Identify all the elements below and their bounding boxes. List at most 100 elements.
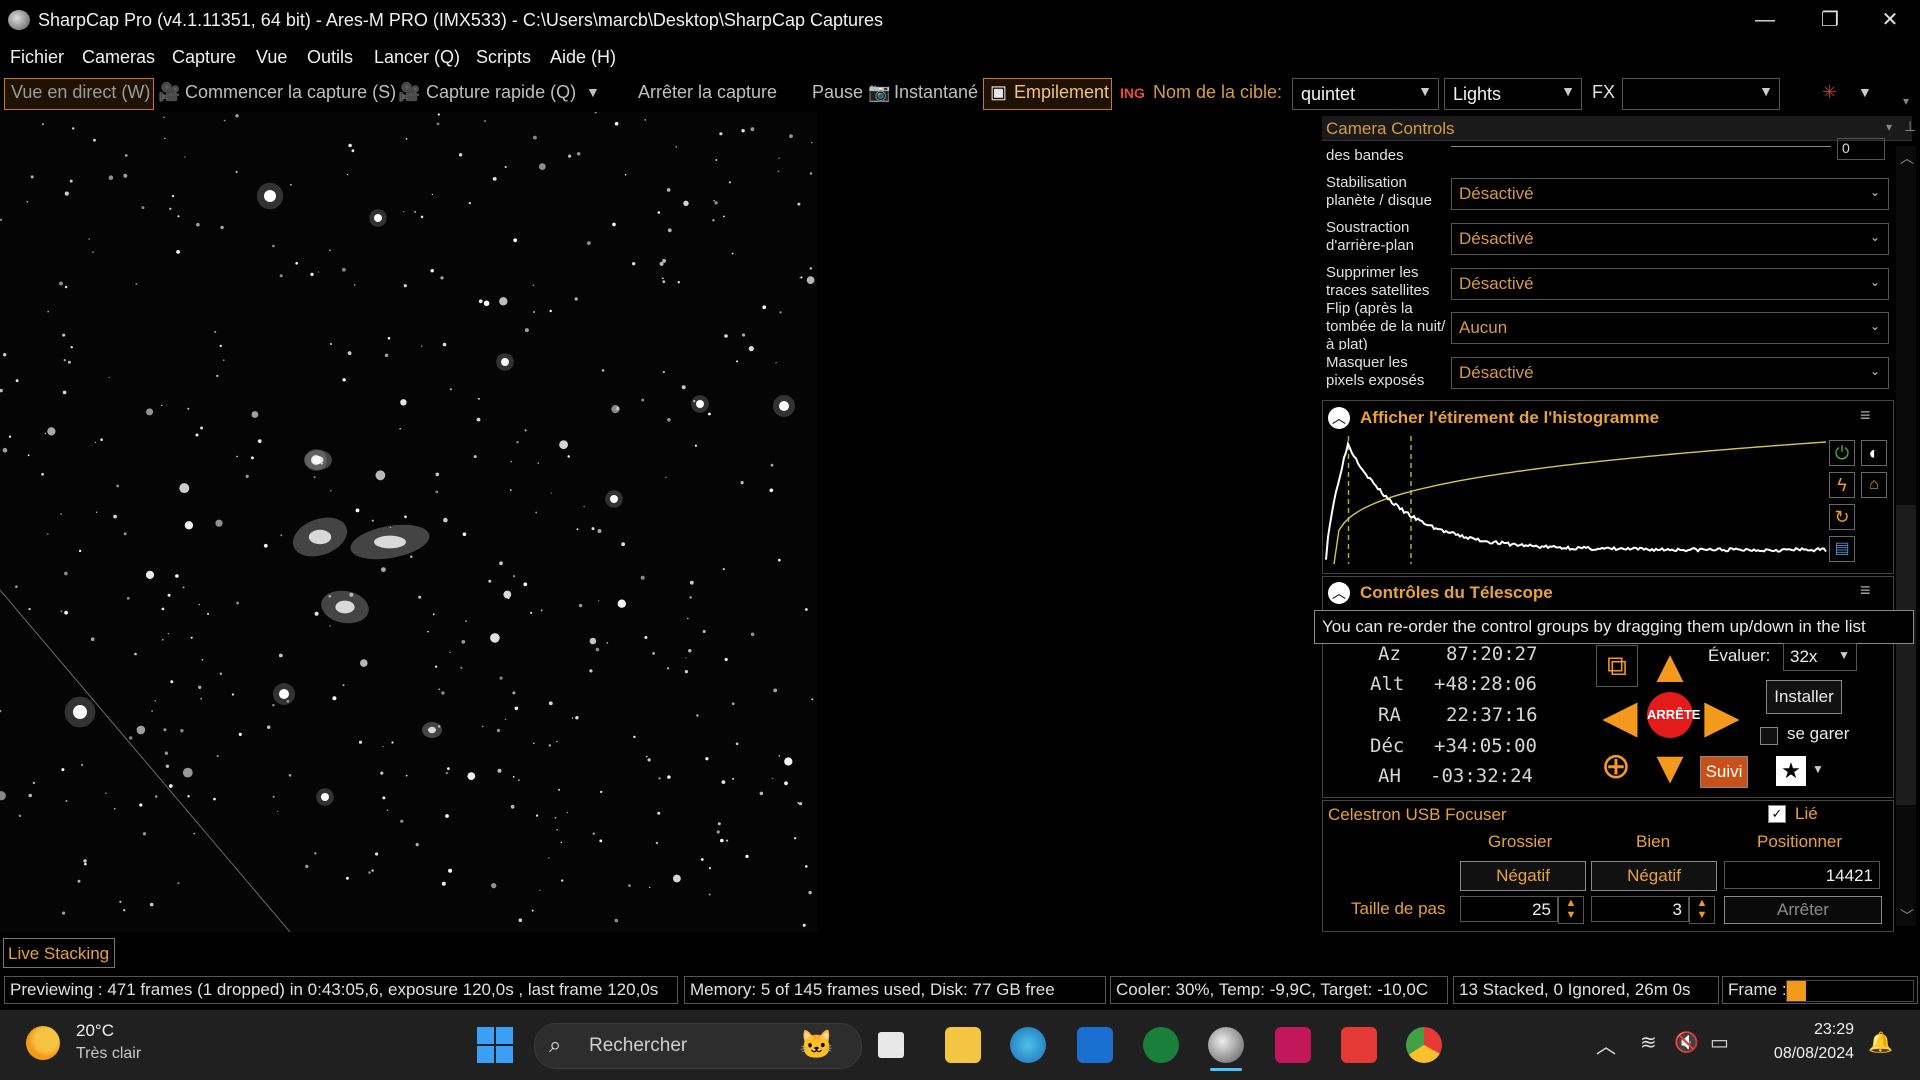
install-button[interactable]: Installer (1766, 680, 1842, 714)
toolbar-overflow-icon[interactable]: ▾ (1903, 94, 1909, 108)
stop-slew-button[interactable]: ARRÊTE (1647, 692, 1700, 738)
stripe-value[interactable]: 0 (1837, 138, 1885, 160)
frame-type-combo[interactable]: Lights ▼ (1444, 78, 1582, 110)
edge-icon[interactable] (1010, 1027, 1046, 1063)
target-icon[interactable]: ⊕ (1596, 746, 1636, 786)
sharpcap-taskbar-icon[interactable] (1208, 1027, 1244, 1063)
collapse-telescope-icon[interactable]: ︿ (1328, 582, 1350, 604)
coarse-step-input[interactable]: 25 (1460, 896, 1558, 922)
windows-start-icon[interactable] (477, 1027, 513, 1063)
scroll-up-icon[interactable]: ︿ (1900, 148, 1914, 168)
position-header: Positionner (1757, 832, 1843, 851)
tracking-button[interactable]: Suivi (1700, 756, 1748, 788)
fine-step-input[interactable]: 3 (1591, 896, 1689, 922)
south-arrow-icon[interactable]: ▼ (1646, 744, 1694, 790)
fine-step-spinner[interactable]: ▲ ▼ (1689, 896, 1715, 924)
weather-desc[interactable]: Très clair (76, 1045, 141, 1063)
snapshot-button[interactable]: Instantané (894, 82, 978, 103)
minimize-button[interactable]: — (1740, 4, 1790, 36)
frame-progress-fill (1787, 981, 1806, 1001)
menu-file[interactable]: Fichier (10, 47, 64, 68)
astro-app-icon[interactable] (1275, 1027, 1311, 1063)
active-indicator (1210, 1068, 1242, 1071)
north-arrow-icon[interactable]: ▲ (1646, 643, 1694, 689)
target-name-combo[interactable]: quintet ▼ (1292, 78, 1439, 110)
search-icon: ⌕ (549, 1032, 562, 1057)
background-subtraction-dropdown[interactable]: Désactivé ⌄ (1451, 223, 1889, 255)
tray-chevron-icon[interactable]: ︿ (1596, 1030, 1616, 1059)
clock-time[interactable]: 23:29 (1778, 1021, 1854, 1039)
toolbar-chevron-icon[interactable]: ▼ (1858, 84, 1872, 100)
goto-icon[interactable]: ⧉ (1596, 645, 1638, 687)
start-capture-button[interactable]: Commencer la capture (S) (185, 82, 396, 103)
phd-guiding-icon[interactable] (1143, 1027, 1179, 1063)
notification-bell-icon[interactable]: 🔔 (1868, 1030, 1893, 1055)
menu-launch[interactable]: Lancer (Q) (374, 47, 460, 68)
east-arrow-icon[interactable]: ▶ (1698, 693, 1746, 739)
frame-progress-bar (1786, 980, 1914, 1002)
satellite-trails-dropdown[interactable]: Désactivé ⌄ (1451, 268, 1889, 300)
lock-icon[interactable]: ⌂ (1861, 472, 1887, 498)
scrollbar-thumb[interactable] (1896, 505, 1916, 805)
mask-pixels-dropdown[interactable]: Désactivé ⌄ (1451, 357, 1889, 389)
volume-muted-icon[interactable]: 🔇 (1674, 1030, 1699, 1055)
fine-negative-button[interactable]: Négatif (1591, 861, 1717, 891)
chrome-icon[interactable] (1406, 1027, 1442, 1063)
store-icon[interactable] (1077, 1027, 1113, 1063)
ra-value: 22:37:16 (1446, 704, 1538, 726)
menu-view[interactable]: Vue (256, 47, 287, 68)
task-view-icon[interactable] (878, 1032, 904, 1058)
linked-checkbox[interactable]: ✓ (1768, 805, 1786, 823)
focuser-stop-button[interactable]: Arrêter (1724, 896, 1882, 924)
weather-moon-icon[interactable] (26, 1026, 60, 1060)
battery-icon[interactable]: ▭ (1710, 1030, 1729, 1055)
pin-icon[interactable]: ⊥ (1904, 118, 1916, 135)
telescope-menu-icon[interactable]: ≡ (1860, 580, 1871, 601)
live-stacking-tab[interactable]: Live Stacking (3, 938, 115, 968)
rate-dropdown[interactable]: 32x ▼ (1783, 643, 1857, 671)
wifi-icon[interactable]: ≋ (1640, 1030, 1657, 1055)
menu-help[interactable]: Aide (H) (550, 47, 616, 68)
menu-tools[interactable]: Outils (307, 47, 353, 68)
stop-capture-button[interactable]: Arrêter la capture (638, 82, 777, 103)
position-field[interactable]: 14421 (1724, 861, 1880, 889)
reset-icon[interactable]: ↻ (1829, 504, 1855, 530)
star-chevron-icon[interactable]: ▼ (1812, 762, 1824, 776)
flip-dropdown[interactable]: Aucun ⌄ (1451, 312, 1889, 344)
histogram-chart[interactable] (1322, 432, 1828, 570)
menu-capture[interactable]: Capture (172, 47, 236, 68)
coarse-step-spinner[interactable]: ▲ ▼ (1558, 896, 1584, 924)
file-explorer-icon[interactable] (945, 1027, 981, 1063)
planet-stabilization-dropdown[interactable]: Désactivé ⌄ (1451, 178, 1889, 210)
target-name-icon: ING (1120, 85, 1145, 101)
menu-scripts[interactable]: Scripts (476, 47, 531, 68)
menu-cameras[interactable]: Cameras (82, 47, 155, 68)
restore-button[interactable]: ❐ (1805, 4, 1855, 36)
save-icon[interactable]: ▤ (1829, 536, 1855, 562)
taskbar-search[interactable]: ⌕ Rechercher 🐱 (534, 1023, 862, 1069)
fx-combo[interactable]: ▼ (1622, 78, 1780, 110)
pause-button[interactable]: Pause (812, 82, 863, 103)
title-bar: SharpCap Pro (v4.1.11351, 64 bit) - Ares… (0, 0, 1920, 40)
histogram-menu-icon[interactable]: ≡ (1860, 405, 1871, 426)
collapse-histogram-icon[interactable]: ︿ (1328, 407, 1350, 429)
crosshair-icon[interactable]: ✳ (1822, 82, 1837, 103)
clock-date[interactable]: 08/08/2024 (1754, 1045, 1854, 1063)
image-viewer[interactable] (0, 112, 818, 932)
close-button[interactable]: ✕ (1865, 4, 1915, 36)
mask-pixels-label: Masquer les pixels exposés (1326, 354, 1425, 389)
park-checkbox[interactable] (1760, 727, 1778, 745)
weather-temp[interactable]: 20°C (76, 1021, 114, 1041)
lightning-icon[interactable]: ϟ (1829, 472, 1855, 498)
quick-capture-button[interactable]: Capture rapide (Q) (426, 82, 576, 103)
contrast-icon[interactable]: ◐ (1861, 440, 1887, 466)
scroll-down-icon[interactable]: ﹀ (1900, 906, 1914, 926)
stripe-slider[interactable] (1451, 146, 1831, 147)
power-icon[interactable]: ⏻ (1829, 440, 1855, 466)
panel-menu-icon[interactable]: ▾ (1886, 120, 1892, 134)
chevron-down-icon[interactable]: ▼ (586, 84, 600, 100)
west-arrow-icon[interactable]: ◀ (1596, 693, 1644, 739)
anydesk-icon[interactable] (1341, 1027, 1377, 1063)
star-icon[interactable]: ★ (1776, 756, 1806, 786)
coarse-negative-button[interactable]: Négatif (1460, 861, 1586, 891)
